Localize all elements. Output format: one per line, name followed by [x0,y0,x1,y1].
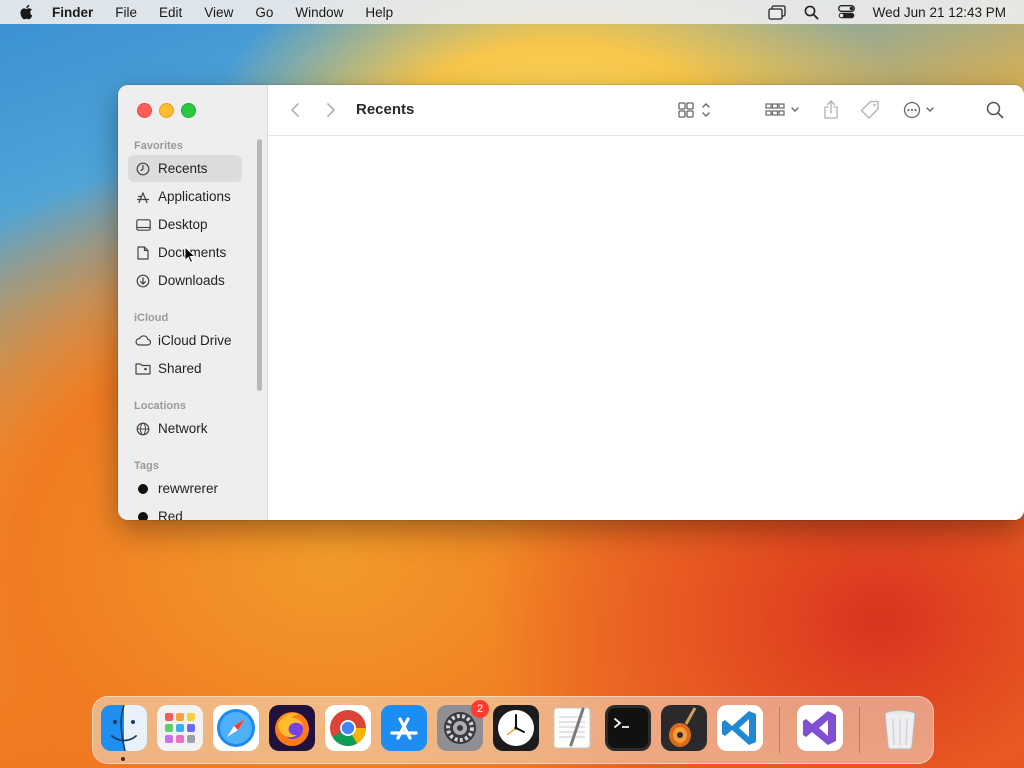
trash-icon[interactable] [877,705,923,751]
clock-icon [135,161,151,177]
notification-badge: 2 [471,700,489,718]
window-title: Recents [356,101,415,118]
download-icon [135,273,151,289]
window-controls [137,103,203,118]
dock-separator [859,707,860,753]
applications-icon [135,189,151,205]
stage-manager-icon[interactable] [768,4,786,20]
menu-go[interactable]: Go [255,5,273,20]
sidebar-item-label: Shared [158,361,202,376]
desktop-icon [135,217,151,233]
menu-help[interactable]: Help [365,5,393,20]
sidebar-item-label: rewwrerer [158,481,219,496]
sidebar-item-label: Red [158,509,183,520]
sidebar-item-icloud-drive[interactable]: iCloud Drive [128,327,242,354]
visual-studio-icon[interactable] [797,705,843,751]
sidebar: Favorites Recents Applications Desktop D… [118,85,268,520]
finder-icon[interactable] [101,704,147,752]
firefox-icon[interactable] [269,705,315,751]
search-icon[interactable] [986,99,1004,121]
app-store-icon[interactable] [381,705,427,751]
sidebar-item-label: Desktop [158,217,208,232]
forward-chevron-icon[interactable] [326,99,336,121]
sidebar-scrollbar[interactable] [257,139,262,391]
tag-icon[interactable] [860,99,880,121]
finder-window: Favorites Recents Applications Desktop D… [118,85,1024,520]
close-window-button[interactable] [137,103,152,118]
sidebar-item-downloads[interactable]: Downloads [128,267,242,294]
file-content-area[interactable] [268,136,1024,520]
sidebar-item-label: Downloads [158,273,225,288]
clock-app-icon[interactable] [493,705,539,751]
dock: 2 [92,696,934,764]
menubar-clock[interactable]: Wed Jun 21 12:43 PM [873,5,1006,20]
sidebar-item-desktop[interactable]: Desktop [128,211,242,238]
sidebar-item-network[interactable]: Network [128,415,242,442]
sidebar-item-label: Applications [158,189,231,204]
spotlight-search-icon[interactable] [803,4,821,20]
finder-running-indicator [121,757,125,761]
dock-separator [779,707,780,753]
mouse-cursor-icon [184,246,196,264]
control-center-icon[interactable] [838,4,856,20]
share-icon[interactable] [823,99,839,121]
menu-window[interactable]: Window [295,5,343,20]
menu-view[interactable]: View [204,5,233,20]
sidebar-section-icloud: iCloud [134,312,169,324]
safari-icon[interactable] [213,705,259,751]
textedit-icon[interactable] [549,705,595,751]
sidebar-item-label: iCloud Drive [158,333,232,348]
sidebar-section-locations: Locations [134,400,186,412]
tag-color-dot-icon [135,509,151,520]
terminal-icon[interactable] [605,705,651,751]
sidebar-tag-red[interactable]: Red [128,503,242,520]
minimize-window-button[interactable] [159,103,174,118]
view-mode-grid-icon[interactable] [678,99,716,121]
menu-app-name[interactable]: Finder [52,5,93,20]
sidebar-item-recents[interactable]: Recents [128,155,242,182]
tag-color-dot-icon [135,481,151,497]
globe-icon [135,421,151,437]
system-settings-icon[interactable]: 2 [437,700,489,751]
garageband-icon[interactable] [661,705,707,751]
menu-file[interactable]: File [115,5,137,20]
sidebar-item-applications[interactable]: Applications [128,183,242,210]
menu-bar: Finder File Edit View Go Window Help Wed… [0,0,1024,24]
sidebar-item-label: Recents [158,161,208,176]
sidebar-section-favorites: Favorites [134,140,183,152]
back-chevron-icon[interactable] [290,99,300,121]
cloud-icon [135,333,151,349]
more-actions-icon[interactable] [903,99,939,121]
chrome-icon[interactable] [325,705,371,751]
sidebar-item-shared[interactable]: Shared [128,355,242,382]
maximize-window-button[interactable] [181,103,196,118]
sidebar-tag-rewwrerer[interactable]: rewwrerer [128,475,242,502]
group-by-icon[interactable] [765,99,801,121]
sidebar-item-label: Network [158,421,208,436]
shared-folder-icon [135,361,151,377]
toolbar: Recents [268,85,1024,136]
vscode-icon[interactable] [717,705,763,751]
apple-logo-icon[interactable] [18,3,36,21]
document-icon [135,245,151,261]
sidebar-section-tags: Tags [134,460,159,472]
menu-edit[interactable]: Edit [159,5,182,20]
launchpad-icon[interactable] [157,705,203,751]
